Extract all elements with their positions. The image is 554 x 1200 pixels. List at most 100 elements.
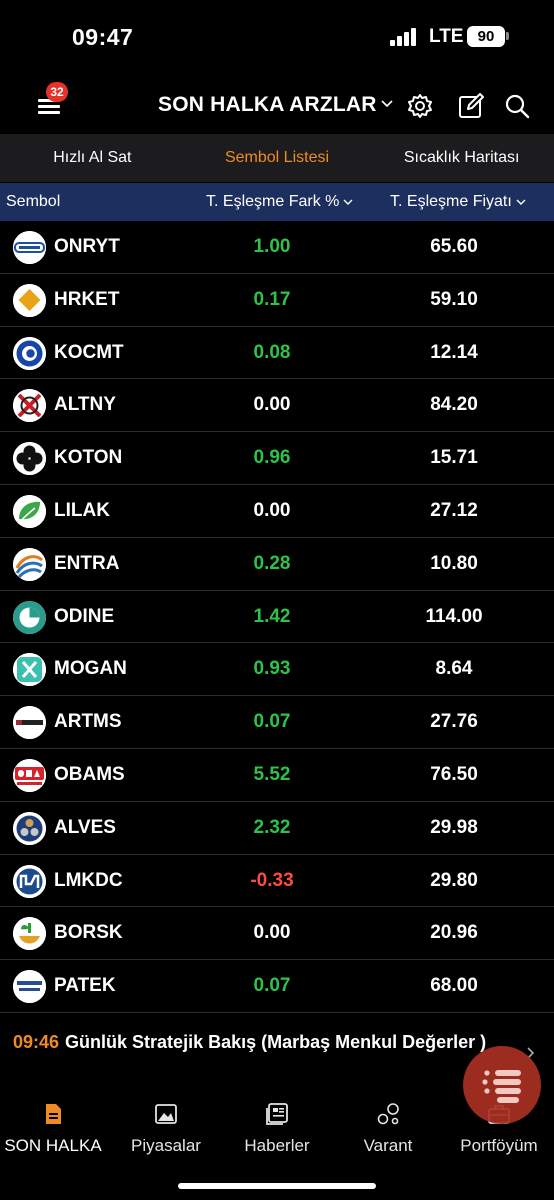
entra-logo-icon xyxy=(13,547,46,581)
battery-tip xyxy=(506,32,509,40)
odine-logo-icon xyxy=(13,600,46,634)
row-change: 1.00 xyxy=(253,236,291,257)
kocmt-logo-icon xyxy=(13,336,46,370)
notification-badge: 32 xyxy=(46,82,68,102)
row-price: 20.96 xyxy=(430,922,478,944)
lmkdc-logo-icon xyxy=(13,864,46,898)
battery-icon: 90 xyxy=(467,26,505,47)
row-price: 29.98 xyxy=(430,816,478,838)
table-row[interactable]: ARTMS 0.07 27.76 xyxy=(0,696,554,749)
symbol-list: ONRYT 1.00 65.60 HRKET 0.17 59.10 KOCMT … xyxy=(0,221,554,1013)
chevron-down-icon xyxy=(343,199,353,205)
table-row[interactable]: HRKET 0.17 59.10 xyxy=(0,274,554,327)
row-price: 59.10 xyxy=(430,288,478,310)
nav-label: Haberler xyxy=(244,1136,310,1155)
table-row[interactable]: ENTRA 0.28 10.80 xyxy=(0,538,554,591)
row-price: 68.00 xyxy=(430,975,478,997)
row-price: 114.00 xyxy=(425,605,483,627)
row-symbol: KOTON xyxy=(54,447,123,469)
row-price: 15.71 xyxy=(430,447,478,469)
row-symbol: ARTMS xyxy=(54,711,122,733)
table-row[interactable]: ONRYT 1.00 65.60 xyxy=(0,221,554,274)
hrket-logo-icon xyxy=(13,283,46,317)
mogan-logo-icon xyxy=(13,653,46,687)
nav-son-halka[interactable]: SON HALKA xyxy=(0,1098,108,1156)
row-change: 0.00 xyxy=(253,394,291,416)
search-icon[interactable] xyxy=(503,92,531,120)
news-ticker[interactable]: 09:46 Günlük Stratejik Bakış (Marbaş Menk… xyxy=(13,1030,513,1054)
chevron-down-icon[interactable] xyxy=(380,98,394,110)
row-change: 0.00 xyxy=(253,922,291,944)
table-row[interactable]: OBAMS 5.52 76.50 xyxy=(0,749,554,802)
row-symbol: HRKET xyxy=(54,288,120,310)
news-icon xyxy=(266,1103,288,1125)
column-symbol[interactable]: Sembol xyxy=(6,193,60,211)
status-time: 09:47 xyxy=(72,24,134,50)
row-price: 10.80 xyxy=(430,552,478,574)
column-change-sort[interactable]: T. Eşleşme Fark % xyxy=(206,193,353,211)
chevron-down-icon xyxy=(516,199,526,205)
row-change: 0.00 xyxy=(253,499,291,521)
row-symbol: ONRYT xyxy=(54,236,120,257)
row-symbol: MOGAN xyxy=(54,658,127,680)
column-price-sort[interactable]: T. Eşleşme Fiyatı xyxy=(390,193,526,211)
row-symbol: LMKDC xyxy=(54,869,123,891)
floating-menu-button[interactable] xyxy=(463,1046,541,1124)
nav-label: Varant xyxy=(363,1136,413,1155)
row-change: 0.08 xyxy=(253,341,291,363)
table-row[interactable]: ALVES 2.32 29.98 xyxy=(0,802,554,855)
row-price: 8.64 xyxy=(435,658,473,680)
nav-haberler[interactable]: Haberler xyxy=(222,1098,332,1156)
nav-varant[interactable]: Varant xyxy=(333,1098,443,1156)
row-price: 65.60 xyxy=(430,236,478,257)
list-menu-icon xyxy=(482,1070,521,1103)
tab-sembol-listesi[interactable]: Sembol Listesi xyxy=(185,134,370,182)
column-change-label: T. Eşleşme Fark % xyxy=(206,193,340,210)
row-price: 76.50 xyxy=(430,763,478,785)
tab-sicaklik-haritasi[interactable]: Sıcaklık Haritası xyxy=(369,134,554,182)
nav-label: Portföyüm xyxy=(460,1136,538,1155)
gear-icon[interactable] xyxy=(406,92,434,120)
artemis-logo-icon xyxy=(13,706,46,740)
tab-bar: Hızlı Al Sat Sembol Listesi Sıcaklık Har… xyxy=(0,134,554,182)
lilak-logo-icon xyxy=(13,494,46,528)
tab-hizli-al-sat[interactable]: Hızlı Al Sat xyxy=(0,134,185,182)
row-change: -0.33 xyxy=(250,869,294,891)
document-icon xyxy=(46,1104,61,1124)
table-row[interactable]: KOTON 0.96 15.71 xyxy=(0,432,554,485)
table-row[interactable]: LMKDC -0.33 29.80 xyxy=(0,855,554,908)
row-change: 0.96 xyxy=(253,447,291,469)
row-symbol: ALTNY xyxy=(54,394,116,416)
table-row[interactable]: ODINE 1.42 114.00 xyxy=(0,591,554,644)
home-indicator xyxy=(178,1183,376,1189)
row-change: 0.93 xyxy=(253,658,291,680)
row-price: 27.76 xyxy=(430,711,478,733)
altny-logo-icon xyxy=(13,389,46,423)
status-bar: 09:47 LTE 90 xyxy=(0,0,554,76)
row-change: 0.07 xyxy=(253,975,291,997)
table-row[interactable]: ALTNY 0.00 84.20 xyxy=(0,379,554,433)
row-symbol: ENTRA xyxy=(54,552,120,574)
oba-logo-icon xyxy=(13,758,46,792)
table-row[interactable]: PATEK 0.07 68.00 xyxy=(0,960,554,1013)
row-price: 84.20 xyxy=(430,394,478,416)
row-change: 2.32 xyxy=(253,816,291,838)
row-symbol: ALVES xyxy=(54,816,116,838)
table-row[interactable]: KOCMT 0.08 12.14 xyxy=(0,327,554,380)
alves-logo-icon xyxy=(13,811,46,845)
table-row[interactable]: MOGAN 0.93 8.64 xyxy=(0,643,554,697)
signal-strength-icon xyxy=(390,28,420,46)
row-symbol: OBAMS xyxy=(54,763,125,785)
nav-piyasalar[interactable]: Piyasalar xyxy=(111,1098,221,1156)
row-change: 0.07 xyxy=(253,711,291,733)
table-header: Sembol T. Eşleşme Fark % T. Eşleşme Fiya… xyxy=(0,183,554,221)
column-price-label: T. Eşleşme Fiyatı xyxy=(390,193,512,210)
table-row[interactable]: BORSK 0.00 20.96 xyxy=(0,907,554,961)
table-row[interactable]: LILAK 0.00 27.12 xyxy=(0,485,554,538)
row-change: 0.17 xyxy=(253,288,291,310)
row-symbol: LILAK xyxy=(54,499,110,521)
row-change: 0.28 xyxy=(253,552,291,574)
edit-icon[interactable] xyxy=(457,92,485,120)
news-time: 09:46 xyxy=(13,1032,60,1052)
page-title[interactable]: SON HALKA ARZLAR xyxy=(158,93,377,117)
